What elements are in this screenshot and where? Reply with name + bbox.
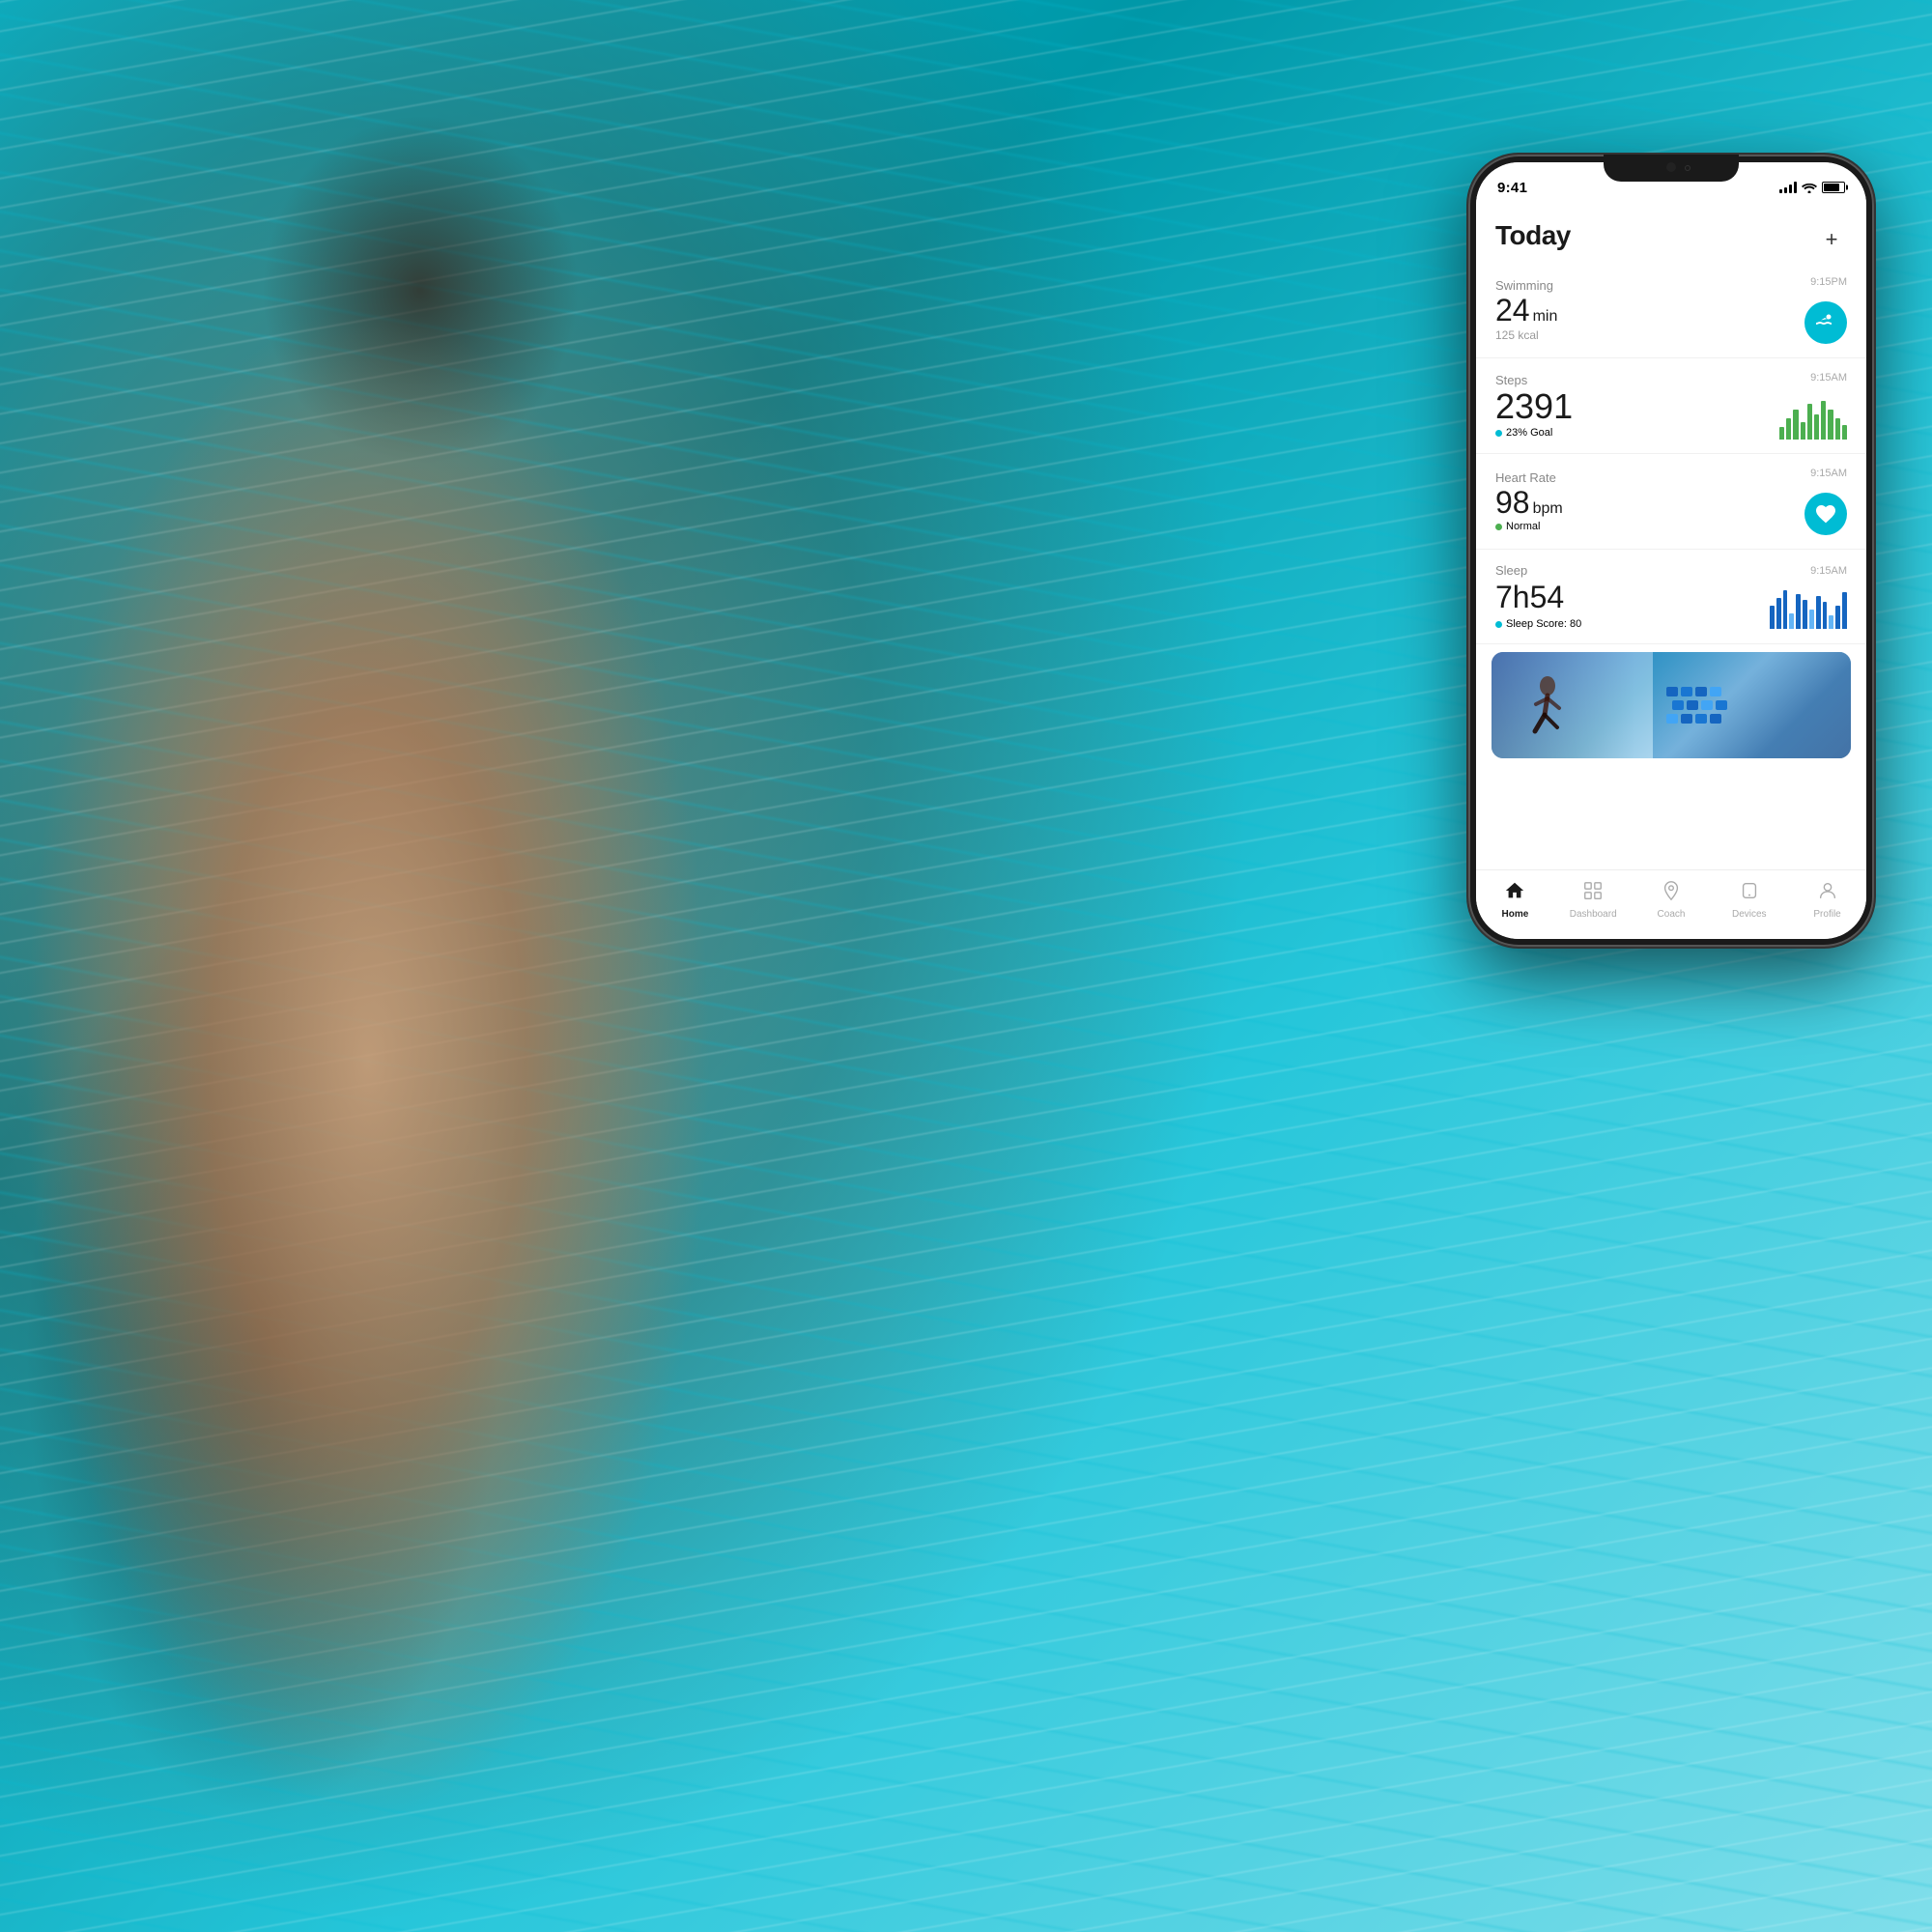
- swimming-card: Swimming 24 min 125 kcal 9:15PM: [1476, 263, 1866, 358]
- swimming-icon: [1804, 301, 1847, 344]
- heart-rate-card: Heart Rate 98 bpm Normal 9:15AM: [1476, 454, 1866, 550]
- devices-icon: [1739, 880, 1760, 905]
- heart-rate-status-text: Normal: [1506, 521, 1540, 532]
- wifi-icon: [1802, 182, 1817, 193]
- steps-chart: [1779, 397, 1847, 440]
- heart-rate-icon: [1804, 493, 1847, 535]
- sleep-card-right: 9:15AM: [1770, 565, 1847, 629]
- sleep-score-text: Sleep Score: 80: [1506, 618, 1581, 630]
- swimming-card-left: Swimming 24 min 125 kcal: [1495, 278, 1804, 342]
- swimming-minutes: 24: [1495, 295, 1530, 326]
- heart-rate-unit: bpm: [1533, 500, 1563, 518]
- page-title: Today: [1495, 220, 1571, 251]
- nav-label-profile: Profile: [1813, 909, 1840, 920]
- home-icon: [1504, 880, 1525, 905]
- workout-banner-card[interactable]: [1492, 652, 1851, 758]
- heart-rate-label: Heart Rate: [1495, 470, 1804, 485]
- screen-content[interactable]: Today + Swimming 24 min 125 kcal 9:15PM: [1476, 205, 1866, 869]
- steps-card-left: Steps 2391 23% Goal: [1495, 373, 1779, 439]
- coach-icon: [1661, 880, 1682, 905]
- steps-card-right: 9:15AM: [1779, 372, 1847, 440]
- sleep-timestamp: 9:15AM: [1810, 565, 1847, 577]
- sleep-card: Sleep 7h54 Sleep Score: 80 9:15AM: [1476, 550, 1866, 644]
- athlete-figure: [1511, 662, 1598, 749]
- phone-notch: [1604, 155, 1739, 182]
- heart-rate-value: 98 bpm: [1495, 487, 1804, 518]
- steps-goal-text: 23% Goal: [1506, 427, 1552, 439]
- nav-item-profile[interactable]: Profile: [1801, 880, 1854, 920]
- heart-rate-number: 98: [1495, 487, 1530, 518]
- content-header: Today +: [1476, 205, 1866, 263]
- heart-rate-status-dot: [1495, 524, 1502, 530]
- nav-label-home: Home: [1501, 909, 1528, 920]
- steps-count: 2391: [1495, 389, 1573, 424]
- profile-icon: [1817, 880, 1838, 905]
- steps-label: Steps: [1495, 373, 1779, 387]
- sleep-value: 7h54: [1495, 580, 1770, 615]
- heart-rate-card-left: Heart Rate 98 bpm Normal: [1495, 470, 1804, 532]
- nav-label-dashboard: Dashboard: [1570, 909, 1617, 920]
- steps-value: 2391: [1495, 389, 1779, 424]
- sleep-score-status: Sleep Score: 80: [1495, 618, 1770, 630]
- battery-icon: [1822, 182, 1845, 193]
- phone-screen: 9:41: [1476, 162, 1866, 939]
- sleep-duration: 7h54: [1495, 580, 1564, 615]
- heart-rate-status: Normal: [1495, 521, 1804, 532]
- steps-card: Steps 2391 23% Goal 9:15AM: [1476, 358, 1866, 454]
- nav-item-coach[interactable]: Coach: [1644, 880, 1697, 920]
- nav-item-dashboard[interactable]: Dashboard: [1567, 880, 1620, 920]
- status-time: 9:41: [1497, 180, 1527, 196]
- nav-label-devices: Devices: [1732, 909, 1767, 920]
- status-icons: [1779, 182, 1845, 193]
- bottom-navigation: Home Dashboard: [1476, 869, 1866, 939]
- steps-timestamp: 9:15AM: [1810, 372, 1847, 384]
- swimming-unit: min: [1533, 308, 1558, 326]
- steps-goal-status: 23% Goal: [1495, 427, 1779, 439]
- swimming-timestamp: 9:15PM: [1810, 276, 1847, 288]
- dashboard-icon: [1582, 880, 1604, 905]
- sleep-card-left: Sleep 7h54 Sleep Score: 80: [1495, 563, 1770, 630]
- sleep-status-dot: [1495, 621, 1502, 628]
- phone-mockup: 9:41: [1468, 155, 1874, 947]
- person-background: [0, 0, 1314, 1932]
- sleep-chart: [1770, 590, 1847, 629]
- phone-frame: 9:41: [1468, 155, 1874, 947]
- nav-label-coach: Coach: [1658, 909, 1686, 920]
- steps-status-dot: [1495, 430, 1502, 437]
- nav-item-devices[interactable]: Devices: [1722, 880, 1776, 920]
- swimming-label: Swimming: [1495, 278, 1804, 293]
- heart-rate-timestamp: 9:15AM: [1810, 468, 1847, 479]
- add-button[interactable]: +: [1816, 224, 1847, 255]
- nav-item-home[interactable]: Home: [1489, 880, 1542, 920]
- swimming-value: 24 min: [1495, 295, 1804, 326]
- heart-rate-card-right: 9:15AM: [1804, 468, 1847, 535]
- signal-bars-icon: [1779, 182, 1797, 193]
- sleep-label: Sleep: [1495, 563, 1770, 578]
- swimming-calories: 125 kcal: [1495, 328, 1804, 342]
- swimming-card-right: 9:15PM: [1804, 276, 1847, 344]
